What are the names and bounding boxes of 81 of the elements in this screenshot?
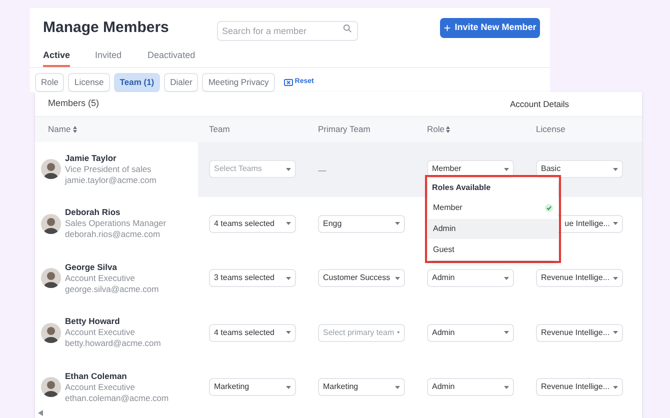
caret-icon [397,331,400,334]
member-email: jamie.taylor@acme.com [65,174,156,186]
member-email: betty.howard@acme.com [65,338,161,350]
caret-icon [504,331,509,334]
invite-member-button[interactable]: + Invite New Member [440,18,540,38]
scroll-left-icon[interactable] [38,410,43,416]
check-icon [545,204,553,212]
sort-icon[interactable] [72,126,77,133]
member-title: Account Executive [65,382,136,393]
dropdown[interactable]: Customer Success [318,269,405,288]
column-header: License [535,123,566,136]
dropdown[interactable]: 4 teams selected [209,214,296,233]
caret-icon [286,222,291,226]
member-name: Ethan Coleman [65,370,128,382]
caret-icon [613,168,618,171]
caret-icon [286,168,291,171]
filter-chip[interactable]: Meeting Privacy [202,72,275,92]
member-title: Account Executive [65,327,136,338]
avatar [41,322,61,343]
caret-icon [286,276,291,280]
sort-icon[interactable] [446,126,450,133]
dropdown[interactable]: Admin [427,378,514,396]
menu-item[interactable]: Guest [428,239,558,260]
search-field[interactable]: Search for a member [217,21,358,42]
search-icon [343,24,352,34]
dropdown[interactable]: Admin [427,324,514,342]
member-name: George Silva [65,262,118,273]
caret-icon [613,386,618,389]
dropdown[interactable]: Engg [318,214,405,233]
dropdown[interactable]: Marketing [318,378,405,396]
dropdown[interactable]: 4 teams selected [209,324,296,342]
empty-value: — [318,166,326,176]
page-title: Manage Members [43,18,170,38]
caret-icon [613,276,618,280]
dropdown[interactable]: Admin [427,269,514,288]
filter-chip[interactable]: Role [35,72,64,92]
tab[interactable]: Invited [95,48,122,68]
filter-chip[interactable]: License [68,72,110,92]
dropdown[interactable]: 3 teams selected [209,269,296,288]
caret-icon [504,386,509,389]
dropdown[interactable]: Marketing [209,378,296,396]
member-title: Vice President of sales [65,164,152,175]
caret-icon [286,386,291,389]
column-header: Primary Team [317,123,372,136]
column-header: Team [208,123,231,136]
clear-icon [284,78,293,86]
caret-icon [395,222,400,226]
caret-icon [504,276,509,280]
member-title: Account Executive [65,272,136,284]
caret-icon [395,276,400,280]
caret-icon [395,386,400,389]
filter-chip[interactable]: Dialer [164,72,198,92]
filter-chip[interactable]: Team (1) [114,72,160,92]
member-email: deborah.rios@acme.com [65,229,162,240]
dropdown[interactable]: Basic [536,160,623,178]
menu-title: Roles Available [431,182,492,194]
dropdown[interactable]: Revenue Intellige... [536,269,623,288]
caret-icon [613,222,618,226]
tab[interactable]: Active [43,48,70,68]
dropdown[interactable]: Revenue Intellige... [536,378,623,396]
menu-item[interactable]: Admin [428,218,558,240]
member-title: Sales Operations Manager [65,218,166,230]
member-email: ethan.coleman@acme.com [65,392,169,404]
member-email: george.silva@acme.com [65,284,159,295]
caret-icon [613,331,618,334]
avatar [41,214,61,234]
avatar [41,377,61,398]
dropdown[interactable]: Revenue Intellige... [536,324,623,342]
member-name: Betty Howard [65,316,121,328]
avatar [41,268,61,288]
column-header[interactable]: Role [416,123,525,136]
caret-icon [504,168,509,171]
member-name: Jamie Taylor [65,152,118,164]
members-count: Members (5) [47,97,100,110]
avatar [41,159,61,180]
tab[interactable]: Deactivated [148,48,196,68]
member-name: Deborah Rios [65,207,122,218]
column-header[interactable]: Name [35,123,198,136]
column-group-label: Account Details [510,98,570,110]
caret-icon [286,331,291,334]
plus-icon: + [444,22,451,34]
